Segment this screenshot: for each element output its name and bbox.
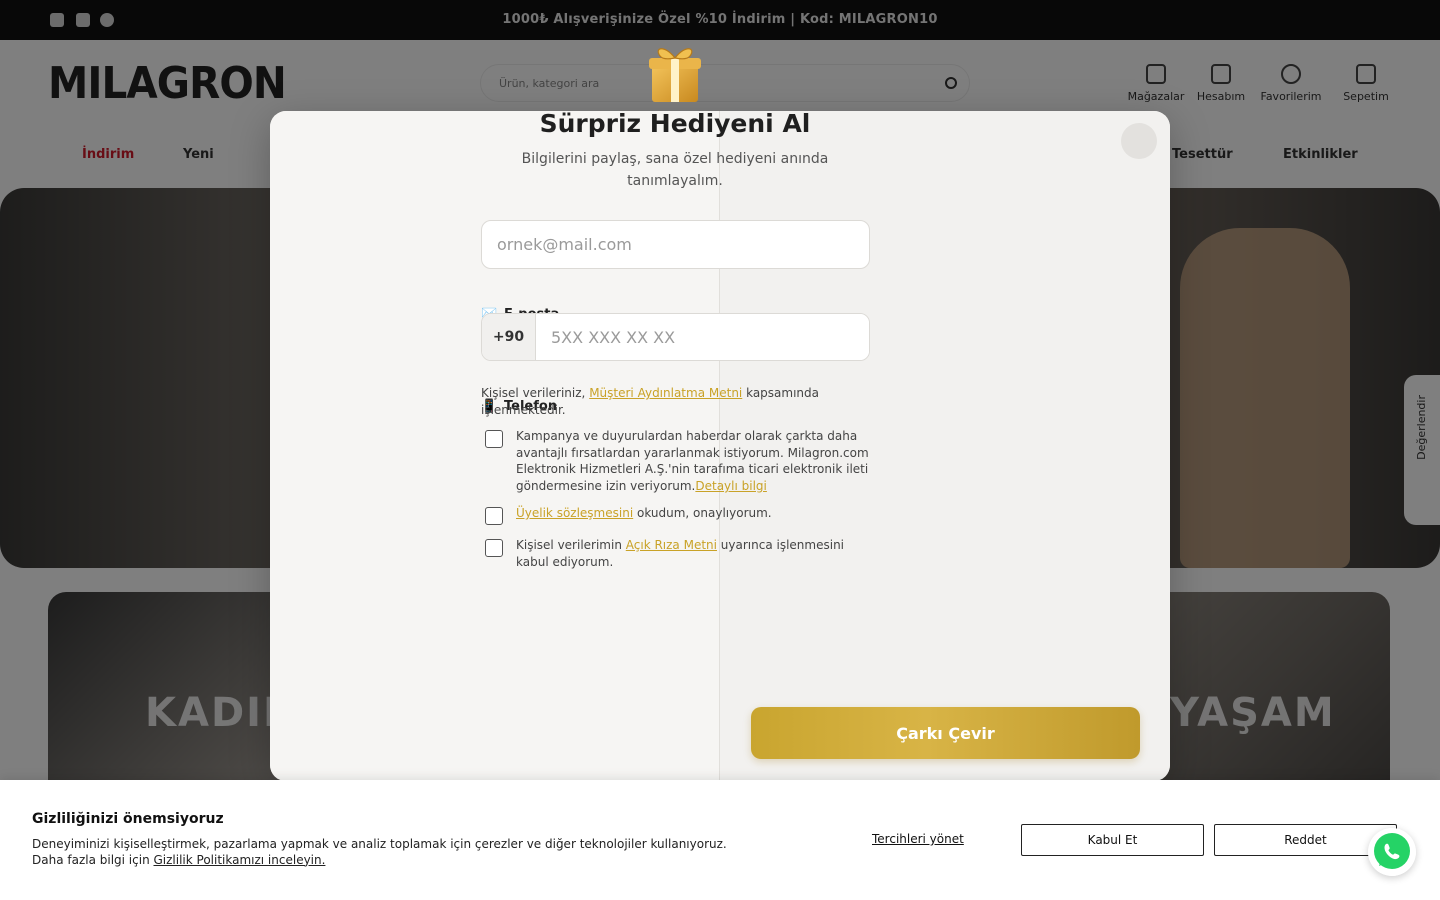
country-code: +90 (482, 314, 536, 360)
marketing-consent-checkbox[interactable] (485, 430, 503, 448)
gift-icon (649, 48, 701, 102)
membership-agreement-text: Üyelik sözleşmesini okudum, onaylıyorum. (516, 505, 872, 522)
cookie-more-info: Daha fazla bilgi için Gizlilik Politikam… (32, 853, 802, 869)
cookie-banner: Gizliliğinizi önemsiyoruz Deneyiminizi k… (0, 780, 1440, 900)
membership-agreement-link[interactable]: Üyelik sözleşmesini (516, 506, 633, 520)
cookie-title: Gizliliğinizi önemsiyoruz (32, 811, 224, 827)
clarification-text-link[interactable]: Müşteri Aydınlatma Metni (589, 386, 742, 400)
close-button[interactable] (1121, 123, 1157, 159)
manage-preferences-link[interactable]: Tercihleri yönet (872, 832, 964, 846)
popup-subtitle: Bilgilerini paylaş, sana özel hediyeni a… (521, 151, 829, 189)
explicit-consent-checkbox[interactable] (485, 539, 503, 557)
detailed-info-link[interactable]: Detaylı bilgi (695, 479, 767, 493)
cookie-text: Deneyiminizi kişiselleştirmek, pazarlama… (32, 837, 802, 868)
privacy-notice-pre: Kişisel verileriniz, (481, 386, 590, 400)
marketing-consent-label: Kampanya ve duyurulardan haberdar olarak… (516, 429, 869, 494)
explicit-consent-link[interactable]: Açık Rıza Metni (626, 538, 717, 552)
explicit-consent-pre: Kişisel verilerimin (516, 538, 626, 552)
accept-cookies-button[interactable]: Kabul Et (1021, 824, 1204, 856)
membership-agreement-label: okudum, onaylıyorum. (633, 506, 772, 520)
spin-wheel-button[interactable]: Çarkı Çevir (751, 707, 1140, 759)
email-input[interactable] (481, 220, 870, 269)
marketing-consent-text: Kampanya ve duyurulardan haberdar olarak… (516, 428, 872, 495)
membership-agreement-checkbox[interactable] (485, 507, 503, 525)
privacy-notice: Kişisel verileriniz, Müşteri Aydınlatma … (481, 385, 871, 419)
phone-input[interactable] (536, 314, 869, 360)
cookie-more-info-pre: Daha fazla bilgi için (32, 852, 154, 867)
whatsapp-icon[interactable] (1368, 828, 1416, 876)
popup-title: Sürpriz Hediyeni Al (539, 109, 811, 138)
privacy-policy-link[interactable]: Gizlilik Politikamızı inceleyin. (153, 853, 325, 867)
cookie-text-line: Deneyiminizi kişiselleştirmek, pazarlama… (32, 837, 727, 851)
explicit-consent-text: Kişisel verilerimin Açık Rıza Metni uyar… (516, 537, 872, 570)
phone-field: +90 (481, 313, 870, 361)
